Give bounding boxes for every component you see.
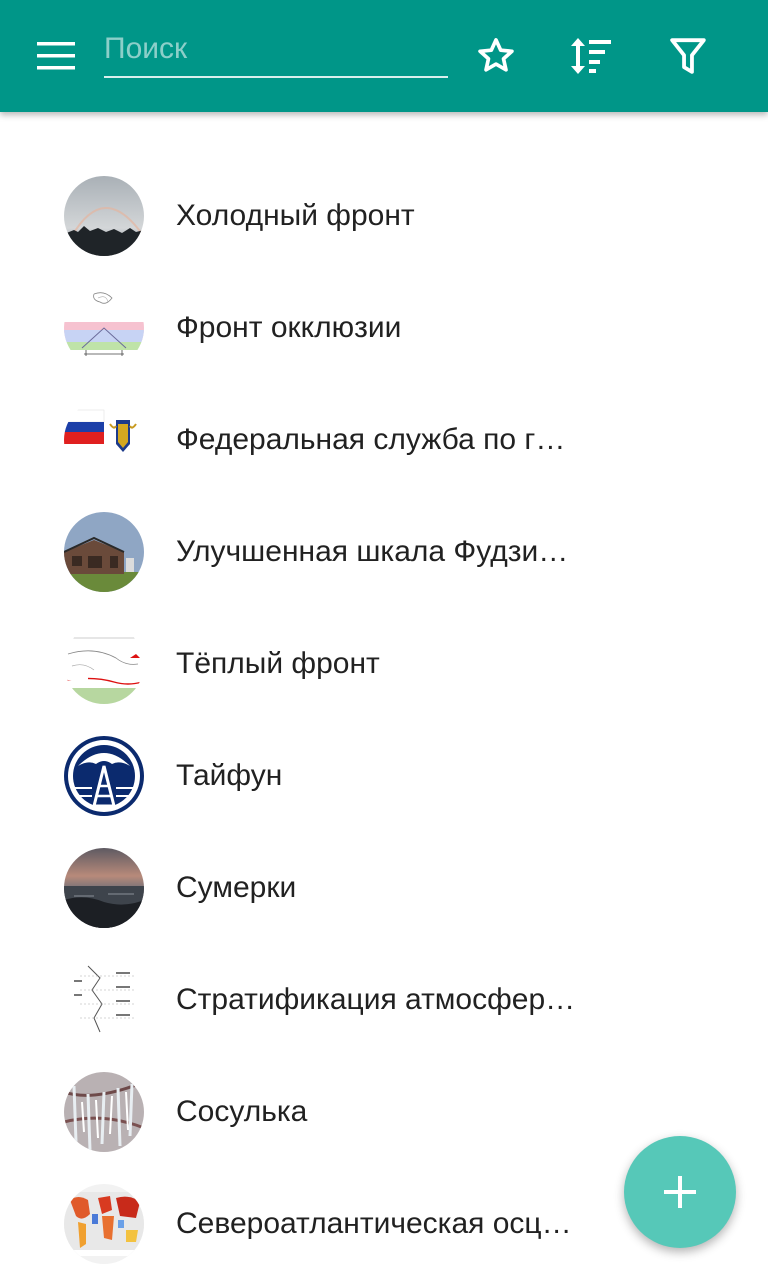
search-input[interactable]: [104, 22, 448, 78]
twilight-sea-thumbnail: [64, 848, 144, 928]
add-button[interactable]: [624, 1136, 736, 1248]
item-title: Тайфун: [176, 759, 283, 792]
list-item[interactable]: Стратификация атмосфер…: [0, 944, 768, 1056]
item-title: Североатлантическая осц…: [176, 1207, 572, 1240]
damaged-building-thumbnail: [64, 512, 144, 592]
russian-flag-emblem-thumbnail: [64, 400, 144, 480]
star-outline-icon: [478, 38, 514, 72]
typhoon-logo-thumbnail: [64, 736, 144, 816]
atmosphere-layers-thumbnail: [64, 960, 144, 1040]
list-item[interactable]: Улучшенная шкала Фудзи…: [0, 496, 768, 608]
list-item[interactable]: Фронт окклюзии: [0, 272, 768, 384]
list-item[interactable]: Холодный фронт: [0, 160, 768, 272]
sort-icon: [571, 38, 611, 74]
hamburger-menu-icon: [37, 42, 75, 70]
filter-button[interactable]: [660, 28, 716, 84]
list-item[interactable]: Тёплый фронт: [0, 608, 768, 720]
search-field: [104, 22, 448, 82]
item-title: Сосулька: [176, 1095, 308, 1128]
favorites-button[interactable]: [468, 28, 524, 84]
item-title: Улучшенная шкала Фудзи…: [176, 535, 569, 568]
occlusion-diagram-thumbnail: [64, 288, 144, 368]
app-bar: [0, 0, 768, 112]
item-title: Тёплый фронт: [176, 647, 380, 680]
list-item[interactable]: Тайфун: [0, 720, 768, 832]
item-title: Сумерки: [176, 871, 297, 904]
icicles-thumbnail: [64, 1072, 144, 1152]
sky-rainbow-thumbnail: [64, 176, 144, 256]
article-list: Холодный фронт Фронт окклюзии Федеральна…: [0, 160, 768, 1280]
filter-icon: [670, 38, 706, 74]
list-item[interactable]: Сумерки: [0, 832, 768, 944]
sort-button[interactable]: [563, 28, 619, 84]
world-temperature-map-thumbnail: [64, 1184, 144, 1264]
plus-icon: [664, 1176, 696, 1208]
item-title: Холодный фронт: [176, 199, 415, 232]
warm-front-diagram-thumbnail: [64, 624, 144, 704]
item-title: Фронт окклюзии: [176, 311, 402, 344]
item-title: Федеральная служба по г…: [176, 423, 566, 456]
menu-button[interactable]: [24, 32, 88, 80]
item-title: Стратификация атмосфер…: [176, 983, 576, 1016]
list-item[interactable]: Федеральная служба по г…: [0, 384, 768, 496]
